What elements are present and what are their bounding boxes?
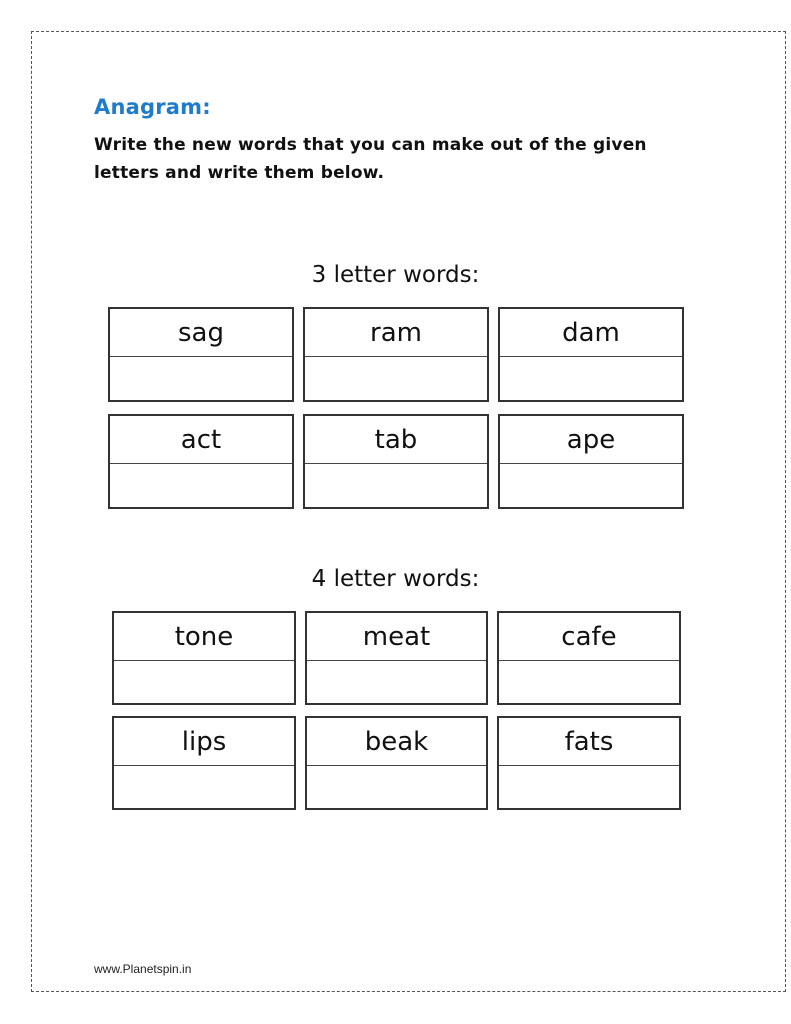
given-word: ram — [305, 309, 487, 357]
given-word: tone — [114, 613, 294, 661]
word-box: ram — [303, 307, 489, 402]
given-word: act — [110, 416, 292, 464]
word-box: dam — [498, 307, 684, 402]
section-heading-3-letter: 3 letter words: — [311, 262, 480, 288]
answer-field[interactable] — [110, 357, 292, 400]
word-box: meat — [305, 611, 488, 705]
answer-field[interactable] — [307, 766, 486, 808]
answer-field[interactable] — [500, 464, 682, 507]
given-word: cafe — [499, 613, 679, 661]
given-word: tab — [305, 416, 487, 464]
given-word: ape — [500, 416, 682, 464]
answer-field[interactable] — [500, 357, 682, 400]
given-word: beak — [307, 718, 486, 766]
given-word: fats — [499, 718, 679, 766]
answer-field[interactable] — [499, 661, 679, 703]
answer-field[interactable] — [305, 464, 487, 507]
word-box: act — [108, 414, 294, 509]
answer-field[interactable] — [114, 661, 294, 703]
word-box: lips — [112, 716, 296, 810]
given-word: sag — [110, 309, 292, 357]
worksheet-title: Anagram: — [94, 95, 211, 119]
word-box: tab — [303, 414, 489, 509]
section-heading-4-letter: 4 letter words: — [311, 566, 480, 592]
footer-url: www.Planetspin.in — [94, 962, 192, 976]
instructions-text: Write the new words that you can make ou… — [94, 135, 647, 183]
word-box: ape — [498, 414, 684, 509]
answer-field[interactable] — [307, 661, 486, 703]
word-box: cafe — [497, 611, 681, 705]
given-word: meat — [307, 613, 486, 661]
given-word: dam — [500, 309, 682, 357]
word-box: tone — [112, 611, 296, 705]
answer-field[interactable] — [499, 766, 679, 808]
word-box: fats — [497, 716, 681, 810]
word-box: beak — [305, 716, 488, 810]
answer-field[interactable] — [305, 357, 487, 400]
answer-field[interactable] — [110, 464, 292, 507]
given-word: lips — [114, 718, 294, 766]
word-box: sag — [108, 307, 294, 402]
answer-field[interactable] — [114, 766, 294, 808]
